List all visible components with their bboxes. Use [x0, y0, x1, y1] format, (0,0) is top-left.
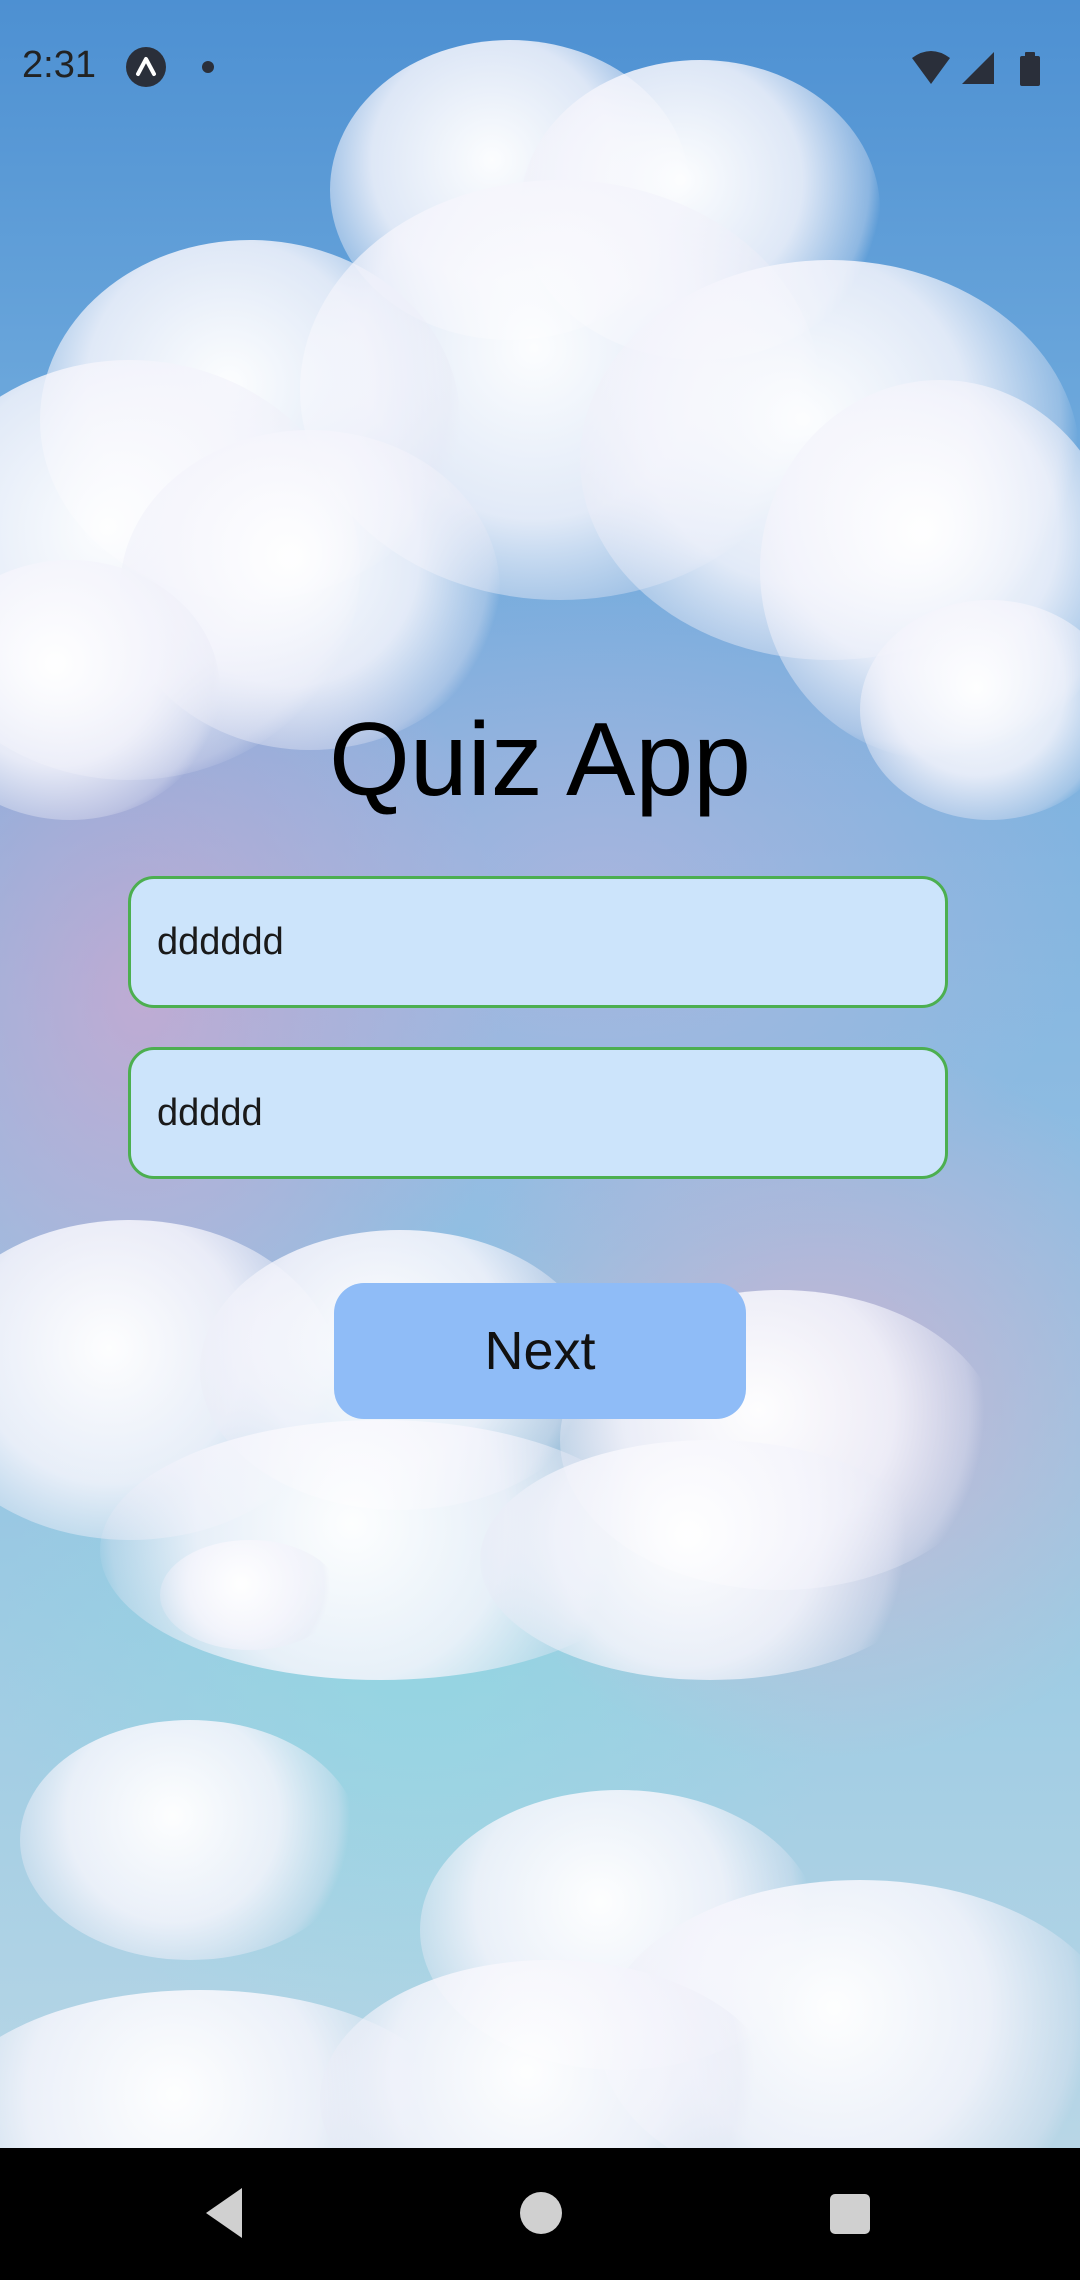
- quiz-screen: 2:31 Quiz App dddddd ddddd Next: [0, 0, 1080, 2280]
- next-button[interactable]: Next: [334, 1283, 746, 1419]
- second-input[interactable]: [157, 1091, 945, 1135]
- first-input[interactable]: [157, 920, 945, 964]
- wifi-icon: [912, 51, 950, 84]
- battery-icon: [1020, 52, 1040, 86]
- navigation-bar: [0, 2148, 1080, 2280]
- app-notification-icon: [126, 47, 166, 87]
- recents-icon[interactable]: [830, 2194, 870, 2234]
- status-time: 2:31: [22, 44, 96, 86]
- second-input-field[interactable]: [128, 1047, 948, 1179]
- back-icon[interactable]: [204, 2186, 244, 2240]
- home-icon[interactable]: [520, 2192, 562, 2234]
- status-icons: [910, 50, 1060, 86]
- app-title: Quiz App: [328, 702, 752, 818]
- status-bar: 2:31: [0, 0, 1080, 134]
- first-input-field[interactable]: [128, 876, 948, 1008]
- notification-dot-icon: [202, 61, 214, 73]
- signal-icon: [962, 52, 994, 84]
